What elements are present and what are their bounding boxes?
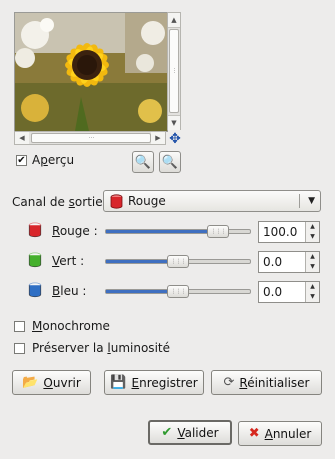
increment-icon[interactable]: ▲ bbox=[306, 222, 319, 232]
reset-button-label: Réinitialiser bbox=[239, 375, 310, 390]
preview-checkbox[interactable]: ✔ bbox=[16, 155, 27, 166]
red-slider[interactable]: ⋮⋮⋮ bbox=[105, 225, 251, 238]
channel-select[interactable]: Rouge ▼ bbox=[103, 190, 321, 212]
green-label: Vert : bbox=[52, 254, 85, 268]
scroll-left-icon[interactable]: ◀ bbox=[15, 132, 29, 144]
cancel-button-label: Annuler bbox=[264, 426, 312, 441]
red-channel-icon bbox=[28, 222, 42, 238]
blue-slider-handle[interactable]: ⋮⋮⋮ bbox=[167, 285, 189, 298]
save-button[interactable]: 💾 Enregistrer bbox=[104, 370, 204, 395]
horizontal-scroll-thumb[interactable]: ⋯ bbox=[31, 133, 151, 143]
blue-slider[interactable]: ⋮⋮⋮ bbox=[105, 285, 251, 298]
increment-icon[interactable]: ▲ bbox=[306, 282, 319, 292]
green-slider[interactable]: ⋮⋮⋮ bbox=[105, 255, 251, 268]
blue-channel-icon bbox=[28, 282, 42, 298]
scroll-up-icon[interactable]: ▲ bbox=[168, 13, 180, 28]
open-button-label: Ouvrir bbox=[43, 375, 81, 390]
ok-button[interactable]: ✔ Valider bbox=[148, 420, 232, 445]
red-value[interactable]: 100.0 bbox=[263, 222, 297, 242]
sunflower-image bbox=[15, 13, 167, 131]
monochrome-label: Monochrome bbox=[32, 319, 110, 333]
refresh-icon: ⟳ bbox=[223, 375, 235, 390]
green-value[interactable]: 0.0 bbox=[263, 252, 282, 272]
channel-label: Canal de sortie : bbox=[12, 195, 111, 209]
zoom-in-button[interactable]: 🔍 bbox=[159, 151, 181, 173]
blue-spinbutton[interactable]: 0.0 ▲ ▼ bbox=[258, 281, 320, 303]
checkmark-icon: ✔ bbox=[161, 425, 173, 440]
green-slider-handle[interactable]: ⋮⋮⋮ bbox=[167, 255, 189, 268]
reset-button[interactable]: ⟳ Réinitialiser bbox=[211, 370, 322, 395]
cancel-button[interactable]: ✖ Annuler bbox=[238, 421, 322, 446]
preserve-luminosity-checkbox[interactable] bbox=[14, 343, 25, 354]
zoom-in-icon: 🔍 bbox=[161, 154, 179, 170]
preserve-luminosity-label: Préserver la luminosité bbox=[32, 341, 170, 355]
preview-vertical-scrollbar[interactable]: ▲ ⋮ ▼ bbox=[167, 12, 181, 130]
ok-button-label: Valider bbox=[177, 425, 219, 440]
navigate-move-icon[interactable]: ✥ bbox=[167, 131, 183, 147]
scroll-right-icon[interactable]: ▶ bbox=[151, 132, 165, 144]
zoom-out-icon: 🔍 bbox=[134, 154, 152, 170]
chevron-down-icon: ▼ bbox=[308, 196, 315, 206]
blue-label: Bleu : bbox=[52, 284, 87, 298]
scroll-down-icon[interactable]: ▼ bbox=[168, 115, 180, 130]
open-button[interactable]: 📂 Ouvrir bbox=[12, 370, 91, 395]
red-slider-handle[interactable]: ⋮⋮⋮ bbox=[207, 225, 229, 238]
zoom-out-button[interactable]: 🔍 bbox=[132, 151, 154, 173]
red-spinbutton[interactable]: 100.0 ▲ ▼ bbox=[258, 221, 320, 243]
save-button-label: Enregistrer bbox=[131, 375, 198, 390]
green-channel-icon bbox=[28, 252, 42, 268]
blue-value[interactable]: 0.0 bbox=[263, 282, 282, 302]
decrement-icon[interactable]: ▼ bbox=[306, 232, 319, 242]
decrement-icon[interactable]: ▼ bbox=[306, 262, 319, 272]
preview-label: Aperçu bbox=[32, 153, 75, 167]
red-slider-fill bbox=[106, 230, 218, 233]
vertical-scroll-thumb[interactable]: ⋮ bbox=[169, 29, 179, 113]
open-folder-icon: 📂 bbox=[22, 375, 39, 390]
floppy-disk-icon: 💾 bbox=[110, 375, 127, 390]
decrement-icon[interactable]: ▼ bbox=[306, 292, 319, 302]
green-spinbutton[interactable]: 0.0 ▲ ▼ bbox=[258, 251, 320, 273]
red-channel-icon bbox=[110, 194, 123, 209]
channel-selected-value: Rouge bbox=[128, 194, 166, 208]
preview-horizontal-scrollbar[interactable]: ◀ ⋯ ▶ bbox=[14, 131, 166, 145]
increment-icon[interactable]: ▲ bbox=[306, 252, 319, 262]
monochrome-checkbox[interactable] bbox=[14, 321, 25, 332]
preview-image bbox=[14, 12, 168, 132]
red-label: Rouge : bbox=[52, 224, 98, 238]
cancel-x-icon: ✖ bbox=[248, 426, 260, 441]
